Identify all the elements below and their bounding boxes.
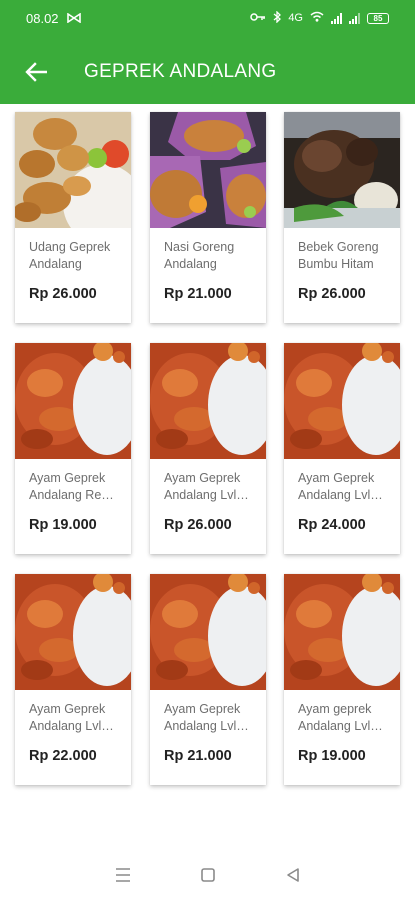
product-image [150, 574, 266, 690]
product-card[interactable]: Ayam Geprek Andalang Re… Rp 19.000 [15, 343, 131, 554]
product-price: Rp 21.000 [164, 286, 232, 302]
product-image [150, 112, 266, 228]
product-price: Rp 26.000 [298, 286, 366, 302]
product-name: Udang Geprek Andalang [29, 240, 111, 271]
product-price: Rp 26.000 [164, 517, 232, 533]
product-image [284, 343, 400, 459]
key-icon [250, 12, 266, 25]
product-name: Ayam Geprek Andalang Lvl… [298, 471, 383, 502]
product-name: Bebek Goreng Bumbu Hitam [298, 240, 379, 271]
page-title: GEPREK ANDALANG [84, 61, 277, 82]
product-card[interactable]: Ayam Geprek Andalang Lvl… Rp 26.000 [150, 343, 266, 554]
signal-2-icon [349, 12, 360, 24]
system-nav-bar [0, 850, 415, 900]
status-right: 4G 85 [250, 9, 389, 26]
product-price: Rp 19.000 [29, 517, 97, 533]
home-button[interactable] [188, 855, 228, 895]
battery-level: 85 [373, 13, 383, 23]
product-image [15, 574, 131, 690]
product-card[interactable]: Ayam Geprek Andalang Lvl… Rp 24.000 [284, 343, 400, 554]
triangle-back-icon [286, 868, 299, 882]
signal-icon [331, 12, 342, 24]
battery-icon: 85 [367, 12, 389, 24]
product-image [284, 574, 400, 690]
product-image [15, 112, 131, 228]
product-price: Rp 24.000 [298, 517, 366, 533]
wifi-icon [310, 11, 324, 25]
product-card[interactable]: Bebek Goreng Bumbu Hitam Rp 26.000 [284, 112, 400, 323]
product-card[interactable]: Ayam Geprek Andalang Lvl… Rp 22.000 [15, 574, 131, 785]
product-name: Ayam Geprek Andalang Lvl… [164, 471, 249, 502]
product-card[interactable]: Nasi Goreng Andalang Rp 21.000 [150, 112, 266, 323]
status-time: 08.02 [26, 10, 59, 26]
recents-button[interactable] [103, 855, 143, 895]
product-price: Rp 19.000 [298, 748, 366, 764]
square-home-icon [200, 868, 215, 882]
product-price: Rp 21.000 [164, 748, 232, 764]
menu-lines-icon [115, 868, 130, 882]
product-name: Ayam Geprek Andalang Re… [29, 471, 114, 502]
product-name: Ayam geprek Andalang Lvl… [298, 702, 383, 733]
status-left: 08.02 [26, 11, 81, 26]
system-back-button[interactable] [273, 855, 313, 895]
product-image [150, 343, 266, 459]
product-name: Ayam Geprek Andalang Lvl… [164, 702, 249, 733]
product-card[interactable]: Ayam geprek Andalang Lvl… Rp 19.000 [284, 574, 400, 785]
toolbar: GEPREK ANDALANG [0, 44, 415, 100]
status-bar: 08.02 4G 85 [0, 0, 415, 36]
product-image [15, 343, 131, 459]
app-bar: 08.02 4G 85 GEPREK ANDALANG [0, 0, 415, 104]
network-label: 4G [288, 12, 303, 24]
bow-notification-icon [66, 11, 81, 26]
product-price: Rp 22.000 [29, 748, 97, 764]
product-name: Ayam Geprek Andalang Lvl… [29, 702, 114, 733]
product-image [284, 112, 400, 228]
product-card[interactable]: Ayam Geprek Andalang Lvl… Rp 21.000 [150, 574, 266, 785]
back-button[interactable] [14, 50, 58, 94]
arrow-left-icon [25, 62, 47, 82]
product-card[interactable]: Udang Geprek Andalang Rp 26.000 [15, 112, 131, 323]
product-name: Nasi Goreng Andalang [164, 240, 235, 271]
bluetooth-icon [273, 9, 282, 26]
product-price: Rp 26.000 [29, 286, 97, 302]
